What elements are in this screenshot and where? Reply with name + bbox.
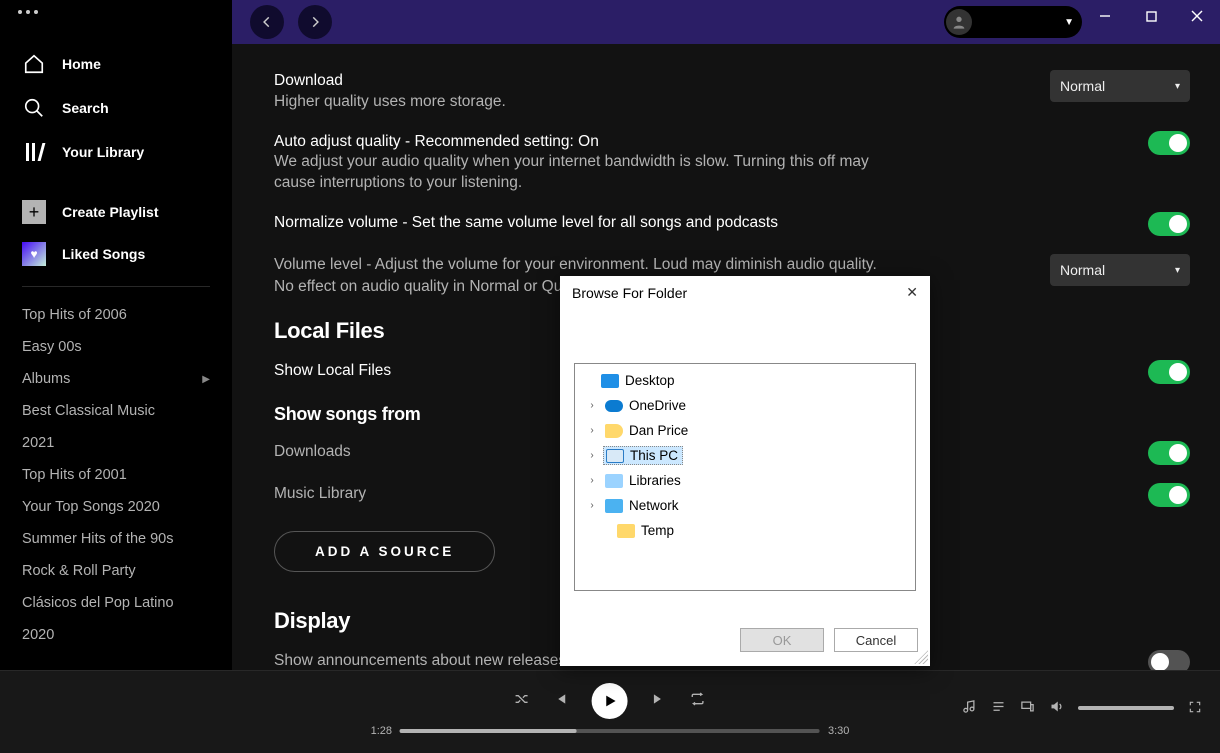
time-elapsed: 1:28 — [371, 725, 392, 737]
repeat-icon[interactable] — [690, 691, 706, 711]
playlist-item[interactable]: Summer Hits of the 90s — [22, 523, 210, 555]
chevron-down-icon: ▾ — [1175, 265, 1180, 276]
resize-grip[interactable] — [914, 650, 928, 664]
playlist-item[interactable]: Clásicos del Pop Latino — [22, 587, 210, 619]
playlist-item[interactable]: 2020 — [22, 619, 210, 651]
download-quality-dropdown[interactable]: Normal ▾ — [1050, 70, 1190, 102]
desktop-icon — [601, 374, 619, 388]
tree-libraries[interactable]: ›Libraries — [577, 468, 913, 493]
create-playlist[interactable]: + Create Playlist — [0, 192, 232, 232]
minimize-button[interactable] — [1082, 0, 1128, 32]
nav-home-label: Home — [62, 56, 101, 72]
library-icon — [22, 140, 46, 164]
tree-user[interactable]: ›Dan Price — [577, 418, 913, 443]
announcements-toggle[interactable] — [1148, 650, 1190, 670]
show-local-files-toggle[interactable] — [1148, 360, 1190, 384]
plus-icon: + — [22, 200, 46, 224]
divider — [22, 286, 210, 287]
tree-this-pc[interactable]: ›This PC — [577, 443, 913, 468]
heart-icon: ♥ — [22, 242, 46, 266]
normalize-toggle[interactable] — [1148, 212, 1190, 236]
dialog-close-button[interactable]: ✕ — [906, 284, 918, 301]
music-library-source-label: Music Library — [274, 483, 366, 505]
nav-library[interactable]: Your Library — [0, 130, 232, 174]
setting-download-sub: Higher quality uses more storage. — [274, 92, 506, 113]
chevron-down-icon: ▼ — [1064, 17, 1074, 28]
close-button[interactable] — [1174, 0, 1220, 32]
setting-auto-title: Auto adjust quality - Recommended settin… — [274, 131, 894, 153]
setting-download-title: Download — [274, 70, 506, 92]
pc-icon — [606, 449, 624, 463]
tree-temp[interactable]: Temp — [577, 518, 913, 543]
play-button[interactable] — [592, 683, 628, 719]
dialog-cancel-button[interactable]: Cancel — [834, 628, 918, 652]
tree-network[interactable]: ›Network — [577, 493, 913, 518]
folder-icon — [617, 524, 635, 538]
nav-home[interactable]: Home — [0, 42, 232, 86]
folder-tree[interactable]: Desktop ›OneDrive ›Dan Price ›This PC ›L… — [574, 363, 916, 591]
dialog-title: Browse For Folder — [572, 285, 687, 301]
previous-icon[interactable] — [554, 692, 568, 710]
user-name — [978, 15, 1058, 29]
user-folder-icon — [605, 424, 623, 438]
volume-icon[interactable] — [1049, 699, 1064, 717]
playlist-item[interactable]: Albums▶ — [22, 363, 210, 395]
onedrive-icon — [605, 400, 623, 412]
top-header: ▼ — [232, 0, 1220, 44]
downloads-toggle[interactable] — [1148, 441, 1190, 465]
home-icon — [22, 52, 46, 76]
volume-slider[interactable] — [1078, 706, 1174, 710]
chevron-down-icon: ▾ — [1175, 81, 1180, 92]
setting-normalize-title: Normalize volume - Set the same volume l… — [274, 212, 778, 234]
liked-songs-label: Liked Songs — [62, 246, 145, 262]
libraries-icon — [605, 474, 623, 488]
network-icon — [605, 499, 623, 513]
music-library-toggle[interactable] — [1148, 483, 1190, 507]
browse-folder-dialog: Browse For Folder ✕ Desktop ›OneDrive ›D… — [560, 276, 930, 666]
search-icon — [22, 96, 46, 120]
playlist-item[interactable]: Best Classical Music — [22, 395, 210, 427]
maximize-button[interactable] — [1128, 0, 1174, 32]
liked-songs[interactable]: ♥ Liked Songs — [0, 234, 232, 274]
fullscreen-icon[interactable] — [1188, 700, 1202, 717]
time-total: 3:30 — [828, 725, 849, 737]
dialog-ok-button[interactable]: OK — [740, 628, 824, 652]
nav-back-button[interactable] — [250, 5, 284, 39]
window-controls — [1082, 0, 1220, 32]
nav-search-label: Search — [62, 100, 109, 116]
shuffle-icon[interactable] — [514, 691, 530, 711]
avatar-icon — [946, 9, 972, 35]
tree-onedrive[interactable]: ›OneDrive — [577, 393, 913, 418]
playlist-item[interactable]: Top Hits of 2006 — [22, 299, 210, 331]
queue-icon[interactable] — [991, 699, 1006, 717]
nav-forward-button[interactable] — [298, 5, 332, 39]
nav-search[interactable]: Search — [0, 86, 232, 130]
playlist-item[interactable]: 2021 — [22, 427, 210, 459]
create-playlist-label: Create Playlist — [62, 204, 159, 220]
setting-auto-sub: We adjust your audio quality when your i… — [274, 152, 894, 194]
show-local-files-label: Show Local Files — [274, 360, 391, 382]
next-icon[interactable] — [652, 692, 666, 710]
auto-adjust-toggle[interactable] — [1148, 131, 1190, 155]
announcements-label: Show announcements about new releases — [274, 650, 566, 670]
playlist-item[interactable]: Rock & Roll Party — [22, 555, 210, 587]
playlist-list[interactable]: Top Hits of 2006 Easy 00s Albums▶ Best C… — [0, 299, 232, 651]
volume-level-dropdown[interactable]: Normal ▾ — [1050, 254, 1190, 286]
user-menu[interactable]: ▼ — [944, 6, 1082, 38]
nav-library-label: Your Library — [62, 144, 144, 160]
player-bar: 1:28 3:30 — [0, 670, 1220, 753]
app-menu[interactable] — [18, 10, 38, 14]
sidebar: Home Search Your Library + Create Playli… — [0, 0, 232, 670]
progress-bar[interactable] — [400, 729, 820, 733]
playlist-item[interactable]: Easy 00s — [22, 331, 210, 363]
tree-desktop[interactable]: Desktop — [577, 368, 913, 393]
playlist-item[interactable]: Top Hits of 2001 — [22, 459, 210, 491]
downloads-source-label: Downloads — [274, 441, 351, 463]
playlist-item[interactable]: Your Top Songs 2020 — [22, 491, 210, 523]
chevron-right-icon: ▶ — [202, 374, 210, 385]
devices-icon[interactable] — [1020, 699, 1035, 717]
lyrics-icon[interactable] — [962, 699, 977, 717]
add-source-button[interactable]: ADD A SOURCE — [274, 531, 495, 572]
